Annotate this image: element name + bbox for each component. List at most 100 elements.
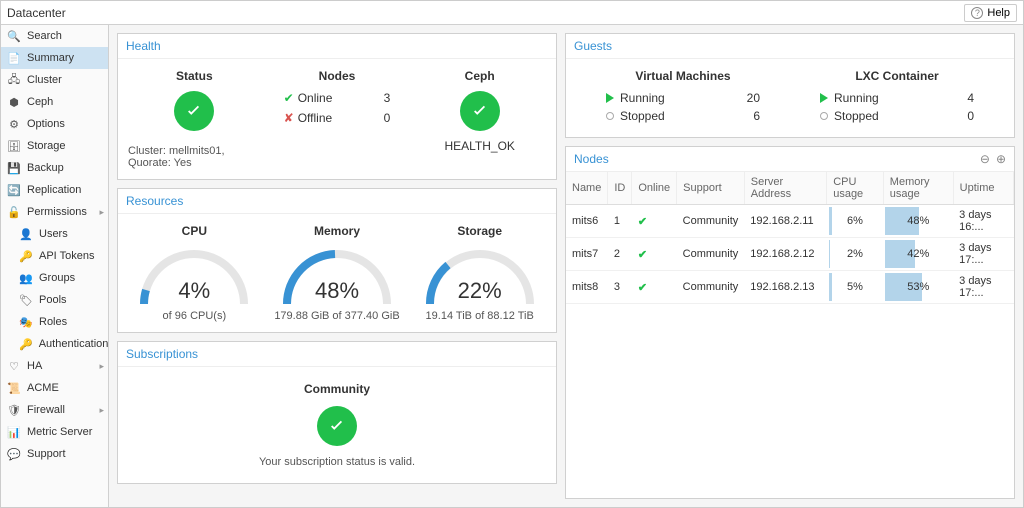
- sidebar-item-label: Options: [27, 118, 65, 130]
- nodes-panel: Nodes ⊖ ⊕ Name ID Online Support: [565, 146, 1015, 499]
- cpu-sub: of 96 CPU(s): [163, 310, 227, 322]
- mem-label: Memory: [314, 224, 360, 238]
- cell-addr: 192.168.2.11: [744, 205, 826, 238]
- sidebar-item-summary[interactable]: 📄 Summary: [1, 47, 108, 69]
- sidebar-item-permissions[interactable]: 🔓Permissions▸: [1, 201, 108, 223]
- status-ok-icon: [174, 91, 214, 131]
- sidebar-item-replication[interactable]: 🔄Replication: [1, 179, 108, 201]
- lxc-stopped-count: 0: [944, 109, 974, 123]
- sidebar-item-users[interactable]: 👤Users: [1, 223, 108, 245]
- ceph-ok-icon: [460, 91, 500, 131]
- cell-uptime: 3 days 16:...: [953, 205, 1013, 238]
- subscriptions-panel: Subscriptions Community Your subscriptio…: [117, 341, 557, 484]
- cell-addr: 192.168.2.12: [744, 238, 826, 271]
- sidebar-item-label: Search: [27, 30, 62, 42]
- sidebar-item-firewall[interactable]: 🛡Firewall▸: [1, 399, 108, 421]
- subscription-ok-icon: [317, 406, 357, 446]
- sidebar-item-ha[interactable]: ♡HA▸: [1, 355, 108, 377]
- page-title: Datacenter: [7, 6, 66, 20]
- table-row[interactable]: mits83✔Community192.168.2.135%53%3 days …: [566, 271, 1014, 304]
- search-icon: 🔍: [7, 29, 21, 43]
- metric-icon: 📊: [7, 425, 21, 439]
- sidebar-item-storage[interactable]: 🗄 Storage: [1, 135, 108, 157]
- lxc-title: LXC Container: [800, 69, 994, 83]
- cell-id: 3: [608, 271, 632, 304]
- sidebar-item-label: Replication: [27, 184, 81, 196]
- expand-icon[interactable]: ⊕: [996, 152, 1006, 166]
- sidebar-item-metric-server[interactable]: 📊Metric Server: [1, 421, 108, 443]
- sidebar-item-label: Pools: [39, 294, 67, 306]
- col-name[interactable]: Name: [566, 172, 608, 205]
- sidebar-item-support[interactable]: 💬 Support: [1, 443, 108, 465]
- cell-mem: 48%: [883, 205, 953, 238]
- cell-support: Community: [677, 271, 745, 304]
- chevron-right-icon: ▸: [99, 207, 104, 218]
- cell-support: Community: [677, 238, 745, 271]
- panel-header-guests: Guests: [566, 34, 1014, 59]
- cpu-label: CPU: [182, 224, 207, 238]
- sidebar-item-label: Users: [39, 228, 68, 240]
- collapse-icon[interactable]: ⊖: [980, 152, 990, 166]
- sidebar-item-label: Storage: [27, 140, 66, 152]
- sidebar-item-search[interactable]: 🔍 Search: [1, 25, 108, 47]
- sidebar-item-options[interactable]: ⚙ Options: [1, 113, 108, 135]
- backup-icon: 💾: [7, 161, 21, 175]
- sidebar-item-acme[interactable]: 📜ACME: [1, 377, 108, 399]
- help-button[interactable]: ? Help: [964, 4, 1017, 22]
- play-icon: [820, 93, 828, 103]
- storage-label: Storage: [457, 224, 502, 238]
- nodes-table: Name ID Online Support Server Address CP…: [566, 172, 1014, 304]
- sidebar-item-label: ACME: [27, 382, 59, 394]
- sidebar-item-cluster[interactable]: 🖧 Cluster: [1, 69, 108, 91]
- sidebar-item-roles[interactable]: 🎭Roles: [1, 311, 108, 333]
- col-mem[interactable]: Memory usage: [883, 172, 953, 205]
- col-id[interactable]: ID: [608, 172, 632, 205]
- col-support[interactable]: Support: [677, 172, 745, 205]
- sidebar-item-label: Cluster: [27, 74, 62, 86]
- lxc-running-count: 4: [944, 91, 974, 105]
- cell-id: 2: [608, 238, 632, 271]
- check-icon: ✔: [638, 249, 647, 261]
- chevron-right-icon: ▸: [99, 361, 104, 372]
- x-icon: ✘: [284, 111, 294, 125]
- roles-icon: 🎭: [19, 315, 33, 329]
- sidebar-item-backup[interactable]: 💾Backup: [1, 157, 108, 179]
- cell-name: mits7: [566, 238, 608, 271]
- table-row[interactable]: mits61✔Community192.168.2.116%48%3 days …: [566, 205, 1014, 238]
- check-icon: ✔: [284, 91, 294, 105]
- col-uptime[interactable]: Uptime: [953, 172, 1013, 205]
- guests-panel: Guests Virtual Machines Running20 Stoppe…: [565, 33, 1015, 138]
- col-addr[interactable]: Server Address: [744, 172, 826, 205]
- support-icon: 💬: [7, 447, 21, 461]
- auth-icon: 🔑: [19, 337, 33, 351]
- cell-support: Community: [677, 205, 745, 238]
- cell-online: ✔: [632, 271, 677, 304]
- help-icon: ?: [971, 7, 983, 19]
- options-icon: ⚙: [7, 117, 21, 131]
- status-label: Status: [176, 69, 213, 83]
- cell-id: 1: [608, 205, 632, 238]
- sidebar-item-groups[interactable]: 👥Groups: [1, 267, 108, 289]
- summary-icon: 📄: [7, 51, 21, 65]
- stop-icon: [820, 112, 828, 120]
- table-row[interactable]: mits72✔Community192.168.2.122%42%3 days …: [566, 238, 1014, 271]
- cell-name: mits6: [566, 205, 608, 238]
- cell-mem: 53%: [883, 271, 953, 304]
- storage-icon: 🗄: [7, 139, 21, 153]
- sidebar: 🔍 Search 📄 Summary 🖧 Cluster ⬢Ceph ⚙ Options 🗄 Sto…: [1, 25, 109, 507]
- col-cpu[interactable]: CPU usage: [827, 172, 884, 205]
- sidebar-item-pools[interactable]: 🏷Pools: [1, 289, 108, 311]
- sidebar-item-label: Ceph: [27, 96, 53, 108]
- sidebar-item-label: Support: [27, 448, 66, 460]
- col-online[interactable]: Online: [632, 172, 677, 205]
- sidebar-item-ceph[interactable]: ⬢Ceph: [1, 91, 108, 113]
- cell-cpu: 5%: [827, 271, 884, 304]
- panel-header-subscriptions: Subscriptions: [118, 342, 556, 367]
- health-panel: Health Status Cluster: mellmits01, Quora…: [117, 33, 557, 180]
- cluster-icon: 🖧: [7, 73, 21, 87]
- sidebar-item-authentication[interactable]: 🔑Authentication: [1, 333, 108, 355]
- permissions-icon: 🔓: [7, 205, 21, 219]
- sidebar-item-label: Summary: [27, 52, 74, 64]
- sidebar-item-api-tokens[interactable]: 🔑API Tokens: [1, 245, 108, 267]
- cpu-gauge: 4%: [134, 244, 254, 304]
